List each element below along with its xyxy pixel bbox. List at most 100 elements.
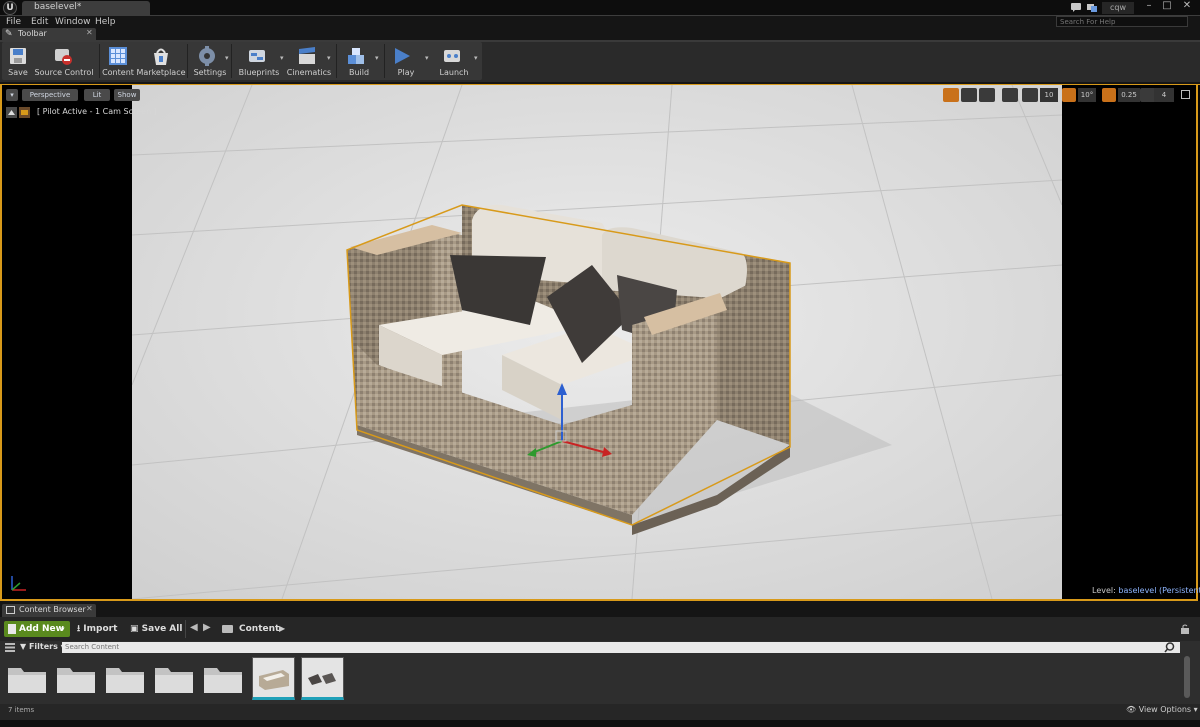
maximize-button[interactable]: □ xyxy=(1158,0,1176,13)
show-button[interactable]: Show xyxy=(114,89,140,101)
import-label: Import xyxy=(83,624,118,634)
marketplace-button[interactable]: Marketplace xyxy=(136,42,186,80)
lock-icon[interactable] xyxy=(1180,624,1190,634)
play-button[interactable]: Play ▾ xyxy=(387,42,429,80)
camera-speed-value[interactable]: 4 xyxy=(1154,88,1174,102)
save-button[interactable]: Save xyxy=(2,42,34,80)
path-chevron-icon[interactable]: ▶ xyxy=(279,621,285,637)
import-button[interactable]: ⭳ Import xyxy=(77,621,117,637)
items-count: 7 items xyxy=(8,706,35,714)
viewport-scene[interactable] xyxy=(132,85,1062,599)
rotate-tool-icon[interactable] xyxy=(961,88,977,102)
launch-button[interactable]: Launch ▾ xyxy=(434,42,478,80)
level-prefix: Level: xyxy=(1092,586,1116,595)
marketplace-icon xyxy=(154,48,168,65)
viewport-options-button[interactable]: ▾ xyxy=(6,89,18,101)
toolbar-separator xyxy=(336,44,337,78)
wrench-icon: ✎ xyxy=(5,29,13,39)
scale-snap-value[interactable]: 0.25 xyxy=(1118,88,1140,102)
build-caret-icon[interactable]: ▾ xyxy=(375,54,379,62)
save-all-button[interactable]: ▣ Save All xyxy=(130,621,182,637)
settings-icon xyxy=(199,46,215,66)
view-options-icon: 👁 xyxy=(1126,705,1139,714)
folder-asset-icon[interactable] xyxy=(56,663,96,695)
scale-tool-icon[interactable] xyxy=(979,88,995,102)
play-caret-icon[interactable]: ▾ xyxy=(425,54,429,62)
notification-icon[interactable] xyxy=(1086,2,1098,13)
lit-button[interactable]: Lit xyxy=(84,89,110,101)
sources-panel-icon[interactable] xyxy=(5,643,15,652)
close-button[interactable]: ✕ xyxy=(1178,0,1196,13)
add-new-label: Add New xyxy=(19,624,64,634)
cinematics-caret-icon[interactable]: ▾ xyxy=(327,54,331,62)
folder-asset-icon[interactable] xyxy=(154,663,194,695)
save-all-label: Save All xyxy=(141,624,183,634)
chat-icon[interactable] xyxy=(1070,2,1082,13)
folder-asset-icon[interactable] xyxy=(203,663,243,695)
pilot-camera-icon[interactable] xyxy=(6,107,32,118)
pillow-asset-thumbnail[interactable] xyxy=(301,657,344,700)
marketplace-label: Marketplace xyxy=(136,68,186,77)
add-new-caret-icon: ▾ xyxy=(61,625,65,633)
maximize-viewport-icon[interactable] xyxy=(1181,90,1190,99)
add-new-button[interactable]: Add New ▾ xyxy=(4,621,70,637)
close-tab-icon[interactable]: ✕ xyxy=(86,604,93,613)
content-browser-tab[interactable]: Content Browser ✕ xyxy=(2,604,96,617)
forward-arrow-icon[interactable]: ▶ xyxy=(203,622,211,633)
translate-tool-icon[interactable] xyxy=(943,88,959,102)
settings-label: Settings xyxy=(193,68,227,77)
source-control-icon xyxy=(55,49,72,65)
unreal-logo-icon[interactable]: U xyxy=(3,1,17,15)
close-tab-icon[interactable]: ✕ xyxy=(86,28,93,37)
folder-asset-icon[interactable] xyxy=(7,663,47,695)
blueprints-button[interactable]: Blueprints ▾ xyxy=(234,42,284,80)
level-tab-label: baselevel* xyxy=(34,2,82,12)
window-bottom-strip xyxy=(0,720,1200,727)
toolbar-separator xyxy=(187,44,188,78)
build-button[interactable]: Build ▾ xyxy=(339,42,379,80)
level-tab[interactable]: baselevel* xyxy=(22,1,150,16)
pillow-thumbnail-icon xyxy=(302,658,343,697)
grid-snap-value[interactable]: 10 xyxy=(1040,88,1058,102)
scale-snap-icon[interactable] xyxy=(1102,88,1116,102)
menu-file[interactable]: File xyxy=(6,16,21,28)
minimize-button[interactable]: – xyxy=(1140,0,1158,13)
help-search-input[interactable] xyxy=(1056,16,1188,27)
menu-edit[interactable]: Edit xyxy=(31,16,48,28)
folder-icon xyxy=(222,625,233,633)
launch-caret-icon[interactable]: ▾ xyxy=(474,54,478,62)
toolbar-separator xyxy=(231,44,232,78)
menu-bar: File Edit Window Help xyxy=(0,16,1200,28)
filters-button[interactable]: ▼ Filters ▾ xyxy=(20,641,65,653)
menu-window[interactable]: Window xyxy=(55,16,91,28)
sofa-thumbnail-icon xyxy=(253,658,294,697)
title-bar xyxy=(0,0,1200,16)
perspective-button[interactable]: Perspective xyxy=(22,89,78,101)
settings-button[interactable]: Settings ▾ xyxy=(189,42,231,80)
sofa-asset-thumbnail[interactable] xyxy=(252,657,295,700)
blueprints-caret-icon[interactable]: ▾ xyxy=(280,54,284,62)
rotation-snap-icon[interactable] xyxy=(1062,88,1076,102)
user-name-badge[interactable]: cqw xyxy=(1102,2,1134,14)
folder-asset-icon[interactable] xyxy=(105,663,145,695)
toolbar-tab-label: Toolbar xyxy=(18,29,47,38)
content-search-input[interactable] xyxy=(62,642,1180,653)
cinematics-button[interactable]: Cinematics ▾ xyxy=(284,42,334,80)
path-breadcrumb-content[interactable]: Content xyxy=(239,621,279,637)
settings-caret-icon[interactable]: ▾ xyxy=(225,54,229,62)
source-control-button[interactable]: Source Control ▾ xyxy=(34,42,124,80)
menu-help[interactable]: Help xyxy=(95,16,116,28)
content-label: Content xyxy=(102,68,134,77)
world-space-icon[interactable] xyxy=(1002,88,1018,102)
save-icon xyxy=(10,48,26,64)
rotation-snap-value[interactable]: 10° xyxy=(1078,88,1096,102)
play-label: Play xyxy=(397,68,415,77)
search-icon[interactable] xyxy=(1164,642,1175,653)
cinematics-icon xyxy=(299,47,315,64)
grid-snap-icon[interactable] xyxy=(1022,88,1038,102)
back-arrow-icon[interactable]: ◀ xyxy=(190,622,198,633)
launch-label: Launch xyxy=(439,68,469,77)
content-button[interactable]: Content xyxy=(102,42,134,80)
view-options-button[interactable]: 👁 View Options ▾ xyxy=(1126,705,1198,714)
asset-scrollbar[interactable] xyxy=(1184,656,1190,698)
